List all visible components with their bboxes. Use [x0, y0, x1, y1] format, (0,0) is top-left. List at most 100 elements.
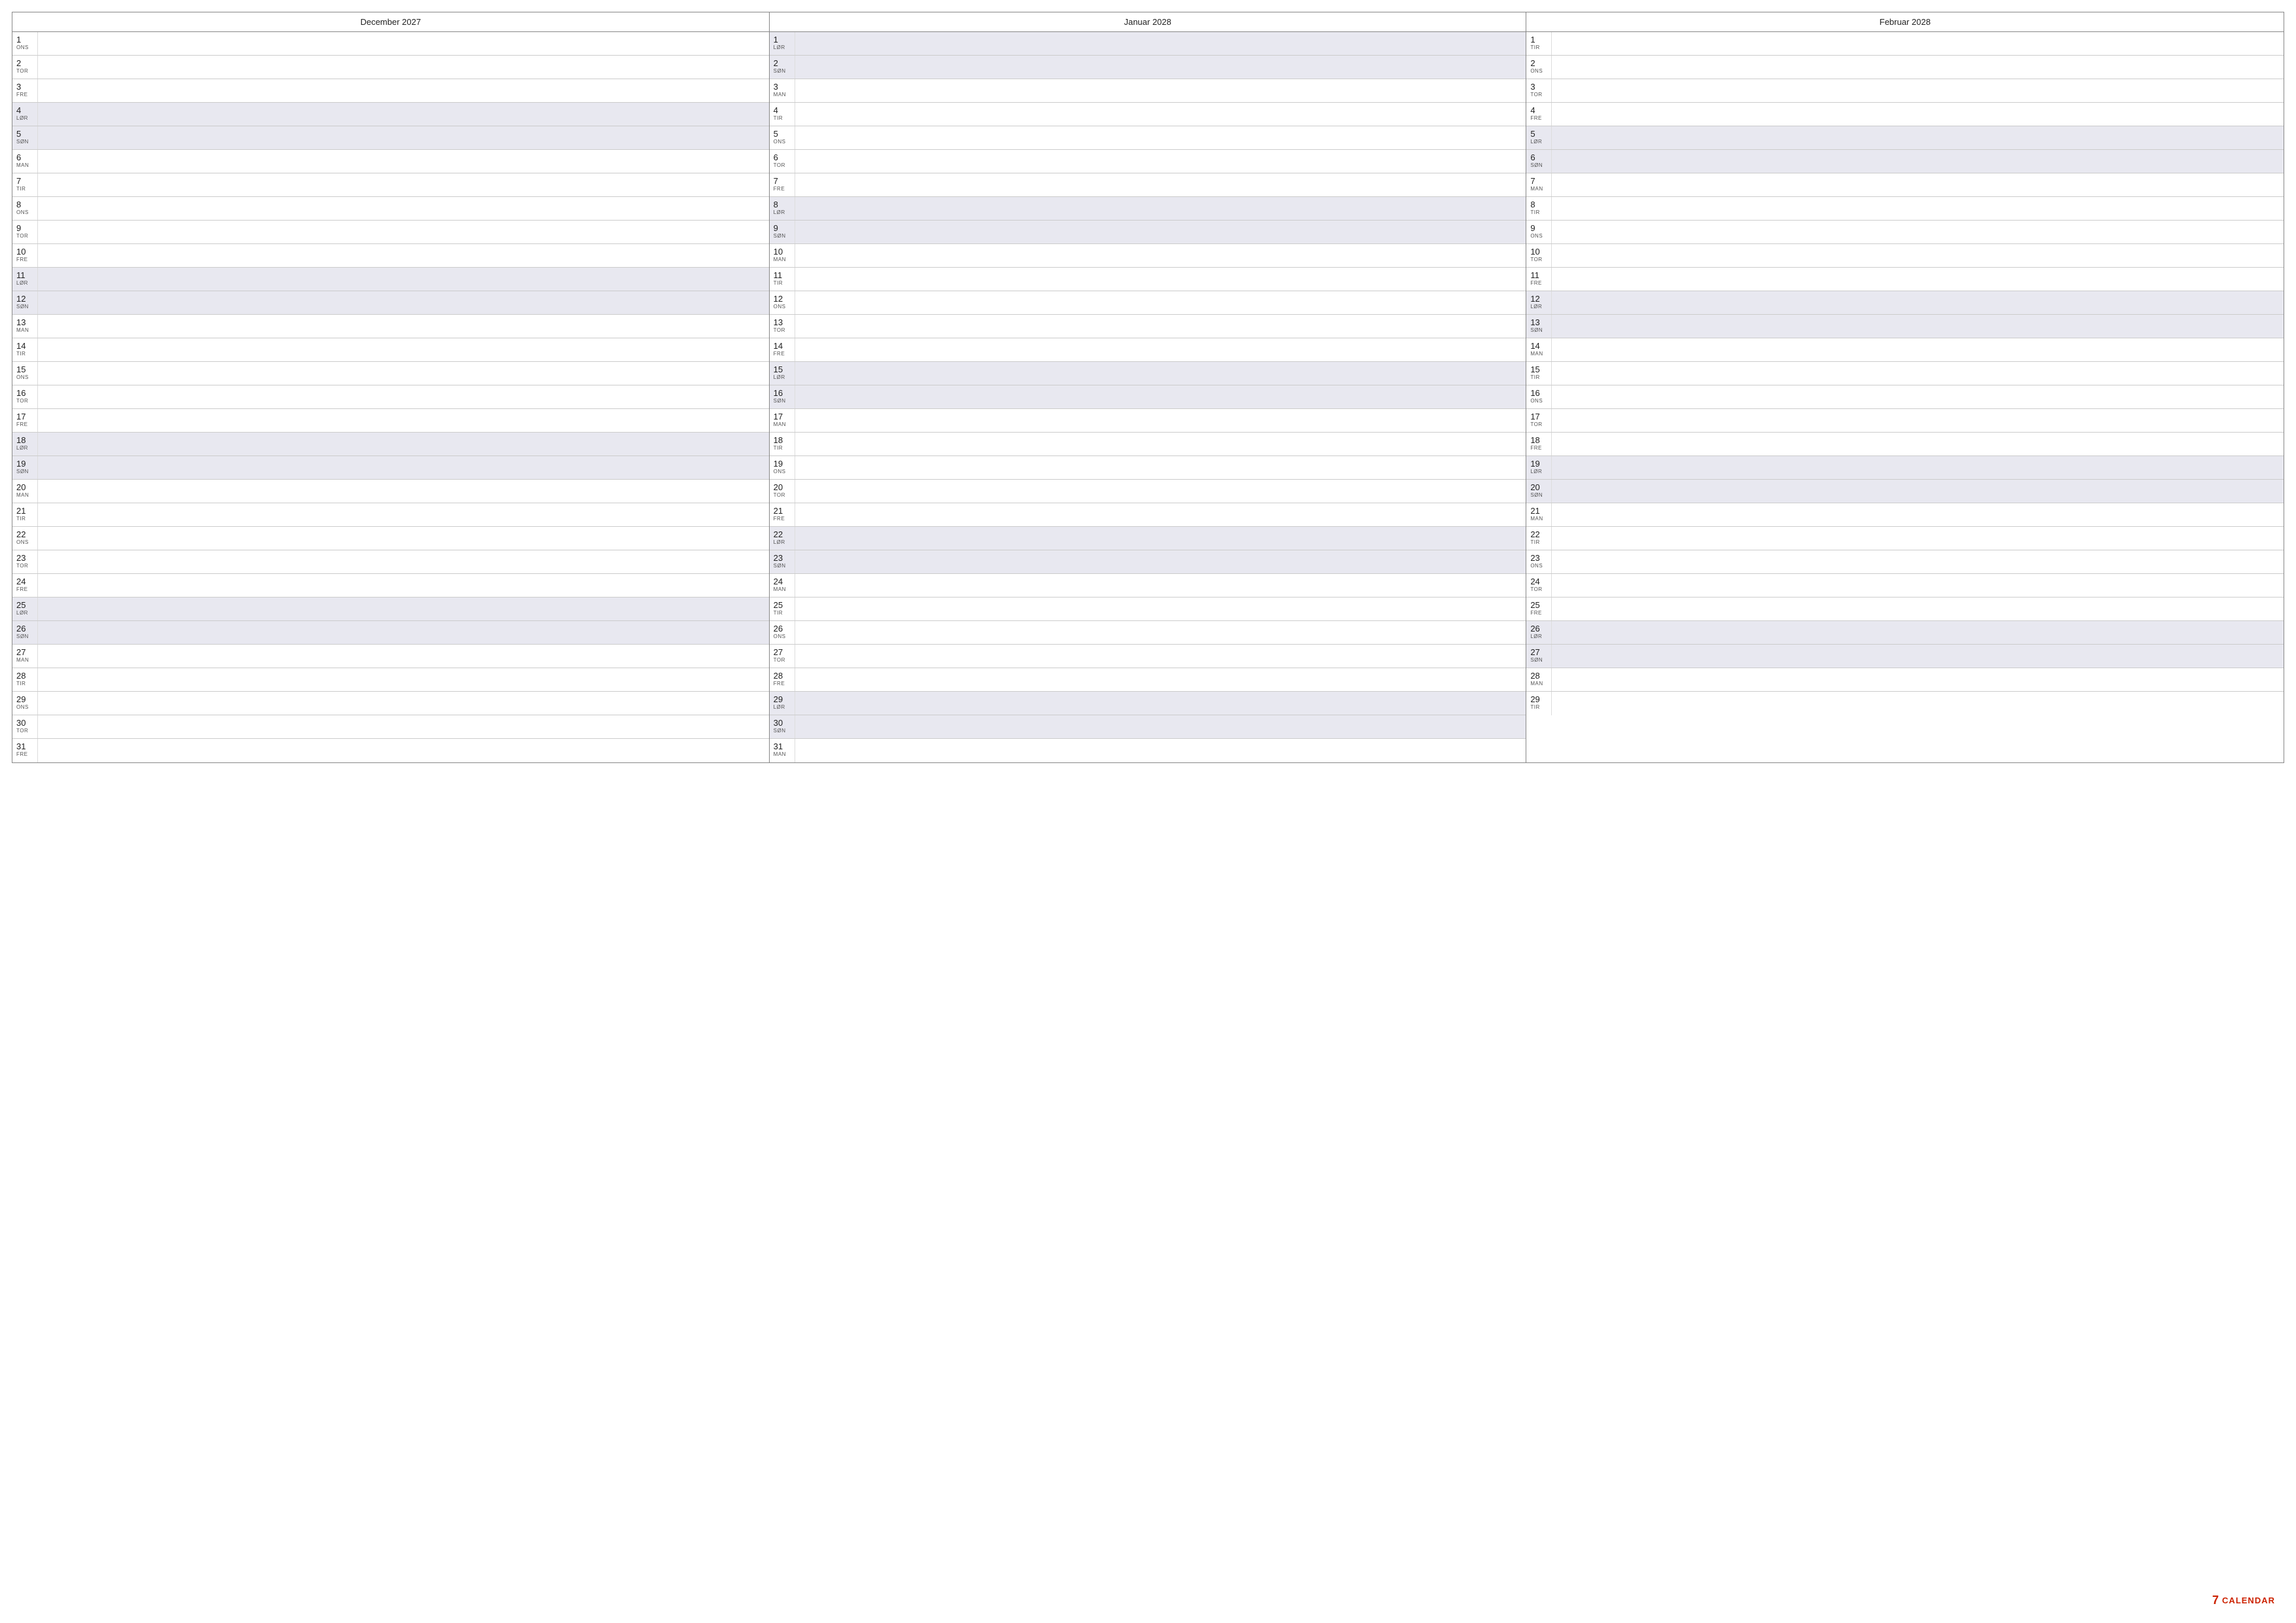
day-number: 27: [774, 647, 783, 658]
day-number-col: 21TIR: [12, 503, 37, 526]
day-content: [795, 456, 1526, 479]
day-number: 30: [774, 718, 783, 728]
day-number-col: 22LØR: [770, 527, 795, 550]
day-number: 12: [16, 294, 26, 304]
day-number: 3: [1530, 82, 1535, 92]
day-content: [37, 409, 769, 432]
day-row: 26SØN: [12, 621, 769, 645]
day-name: FRE: [16, 92, 28, 98]
day-number-col: 28TIR: [12, 668, 37, 691]
day-name: TIR: [774, 116, 783, 122]
day-number-col: 7MAN: [1526, 173, 1551, 196]
day-content: [37, 126, 769, 149]
day-number-col: 13TOR: [770, 315, 795, 338]
day-row: 12ONS: [770, 291, 1526, 315]
day-number-col: 27TOR: [770, 645, 795, 668]
day-content: [37, 268, 769, 291]
day-row: 22LØR: [770, 527, 1526, 550]
day-row: 15ONS: [12, 362, 769, 385]
day-name: TOR: [16, 69, 28, 75]
day-content: [37, 79, 769, 102]
day-number-col: 10MAN: [770, 244, 795, 267]
day-content: [1551, 621, 2284, 644]
day-number: 7: [16, 176, 21, 187]
day-row: 11FRE: [1526, 268, 2284, 291]
month-header-1: Januar 2028: [770, 12, 1526, 32]
day-number: 19: [774, 459, 783, 469]
day-content: [795, 692, 1526, 715]
day-number: 16: [774, 388, 783, 399]
day-name: ONS: [16, 705, 29, 711]
day-name: SØN: [1530, 328, 1543, 334]
day-number-col: 1LØR: [770, 32, 795, 55]
calendar-grid: December 20271ONS2TOR3FRE4LØR5SØN6MAN7TI…: [12, 12, 2284, 763]
day-row: 21FRE: [770, 503, 1526, 527]
day-name: ONS: [774, 304, 786, 310]
day-row: 6SØN: [1526, 150, 2284, 173]
day-content: [1551, 645, 2284, 668]
day-row: 9ONS: [1526, 221, 2284, 244]
day-name: LØR: [774, 210, 785, 216]
day-name: ONS: [16, 540, 29, 546]
day-content: [1551, 268, 2284, 291]
day-content: [795, 597, 1526, 620]
day-number-col: 5SØN: [12, 126, 37, 149]
brand-label: CALENDAR: [2222, 1596, 2275, 1605]
day-row: 25TIR: [770, 597, 1526, 621]
day-content: [37, 291, 769, 314]
day-name: ONS: [1530, 399, 1543, 404]
day-row: 31MAN: [770, 739, 1526, 762]
day-name: TIR: [1530, 210, 1539, 216]
day-content: [795, 291, 1526, 314]
day-number: 5: [16, 129, 21, 139]
day-number: 14: [1530, 341, 1539, 351]
day-number-col: 27SØN: [1526, 645, 1551, 668]
day-number-col: 21FRE: [770, 503, 795, 526]
day-number: 17: [774, 412, 783, 422]
day-number: 10: [16, 247, 26, 257]
day-name: TIR: [1530, 375, 1539, 381]
day-content: [795, 739, 1526, 762]
day-content: [795, 338, 1526, 361]
day-number: 8: [16, 200, 21, 210]
day-content: [37, 645, 769, 668]
day-number-col: 18FRE: [1526, 433, 1551, 455]
day-number-col: 26LØR: [1526, 621, 1551, 644]
day-number: 25: [1530, 600, 1539, 611]
day-content: [795, 433, 1526, 455]
day-row: 29TIR: [1526, 692, 2284, 715]
day-row: 23TOR: [12, 550, 769, 574]
day-row: 19ONS: [770, 456, 1526, 480]
day-name: ONS: [1530, 234, 1543, 240]
day-row: 16SØN: [770, 385, 1526, 409]
day-row: 3TOR: [1526, 79, 2284, 103]
day-number: 6: [16, 152, 21, 163]
day-number-col: 7FRE: [770, 173, 795, 196]
day-number-col: 16ONS: [1526, 385, 1551, 408]
day-content: [37, 150, 769, 173]
day-content: [1551, 433, 2284, 455]
day-number: 17: [1530, 412, 1539, 422]
day-number: 20: [16, 482, 26, 493]
day-content: [37, 103, 769, 126]
day-number: 21: [16, 506, 26, 516]
day-name: TOR: [16, 399, 28, 404]
day-name: ONS: [1530, 69, 1543, 75]
day-content: [37, 715, 769, 738]
day-content: [1551, 221, 2284, 243]
day-name: TIR: [1530, 45, 1539, 51]
day-number: 13: [16, 317, 26, 328]
day-name: TOR: [16, 234, 28, 240]
day-row: 3MAN: [770, 79, 1526, 103]
day-name: MAN: [1530, 681, 1543, 687]
day-row: 1LØR: [770, 32, 1526, 56]
day-number-col: 15ONS: [12, 362, 37, 385]
day-number: 26: [1530, 624, 1539, 634]
day-row: 7MAN: [1526, 173, 2284, 197]
day-number: 26: [16, 624, 26, 634]
day-content: [1551, 362, 2284, 385]
day-number-col: 28MAN: [1526, 668, 1551, 691]
day-row: 29LØR: [770, 692, 1526, 715]
day-number-col: 21MAN: [1526, 503, 1551, 526]
day-row: 8ONS: [12, 197, 769, 221]
